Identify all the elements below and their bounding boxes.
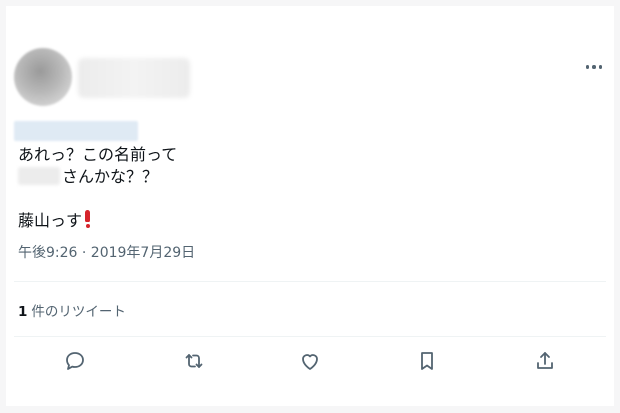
tweet-text-line: 藤山っす (18, 210, 578, 232)
like-button[interactable] (298, 349, 322, 373)
tweet-text: あれっ？この名前って さんかな？？ 藤山っす (18, 144, 578, 232)
reply-button[interactable] (63, 349, 87, 373)
divider (14, 281, 606, 282)
more-options-button[interactable] (584, 62, 604, 72)
retweet-count-value: 1 (18, 304, 28, 320)
tweet-text-line: あれっ？この名前って (18, 145, 178, 164)
tweet-timestamp[interactable]: 午後9:26 · 2019年7月29日 (18, 242, 195, 262)
blurred-author-name[interactable] (78, 58, 190, 98)
more-icon (592, 65, 596, 69)
share-button[interactable] (533, 349, 557, 373)
share-icon (537, 352, 553, 369)
retweet-icon (185, 354, 203, 368)
like-icon (302, 354, 318, 370)
more-icon (598, 65, 603, 69)
retweet-count[interactable]: 1 件のリツイート (18, 300, 126, 320)
more-icon (585, 65, 590, 69)
avatar[interactable] (14, 48, 72, 106)
bookmark-icon (421, 352, 433, 370)
divider (14, 336, 606, 337)
tweet-card: あれっ？この名前って さんかな？？ 藤山っす 午後9:26 · 2019年7月2… (6, 6, 614, 406)
retweet-count-label: 件のリツイート (31, 304, 126, 320)
reply-icon (66, 352, 84, 370)
tweet-text-spacer (18, 188, 578, 210)
retweet-button[interactable] (182, 349, 206, 373)
blurred-reply-mention[interactable] (14, 121, 138, 141)
tweet-text-line: さんかな？？ (18, 166, 578, 188)
tweet-text-fragment: 藤山っす (18, 211, 83, 230)
exclamation-emoji-icon (85, 210, 91, 228)
tweet-actions (6, 341, 614, 381)
bookmark-button[interactable] (415, 349, 439, 373)
tweet-text-fragment: さんかな？？ (62, 167, 159, 186)
blurred-name (18, 167, 60, 185)
